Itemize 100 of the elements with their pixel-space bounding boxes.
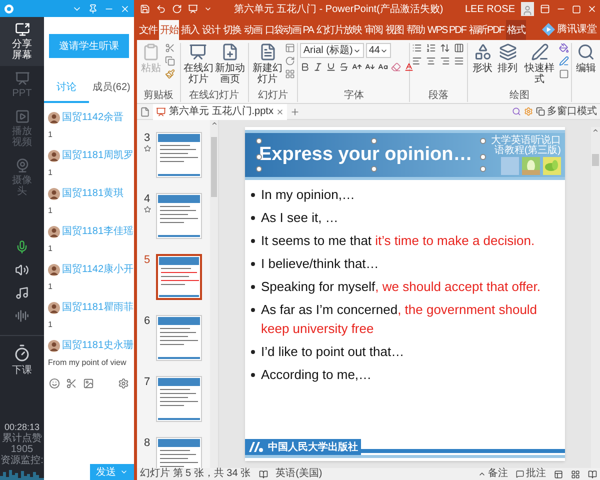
new-tab-icon[interactable]: [290, 106, 300, 116]
pen-icon[interactable]: [530, 43, 549, 61]
ribbon-button[interactable]: 快速样式: [520, 43, 560, 85]
close-icon[interactable]: [587, 4, 597, 14]
ribbon-button[interactable]: 新建幻灯片: [250, 43, 285, 85]
ribbon-button[interactable]: 在线幻灯片: [182, 43, 214, 85]
reset-icon[interactable]: [284, 56, 295, 66]
search-icon[interactable]: [577, 43, 595, 61]
strikethrough-icon[interactable]: [339, 62, 350, 72]
redo-icon[interactable]: [172, 4, 182, 14]
change-case-icon[interactable]: [378, 62, 388, 72]
layers-icon[interactable]: [498, 43, 517, 61]
presentation-icon[interactable]: [189, 43, 208, 61]
columns-icon[interactable]: [454, 43, 464, 53]
ribbon-tab[interactable]: 幻灯片放映: [315, 20, 362, 40]
copy-icon[interactable]: [165, 56, 175, 66]
italic-icon[interactable]: [313, 62, 324, 72]
comments-button[interactable]: 批注: [516, 468, 546, 480]
music-icon[interactable]: [15, 286, 29, 300]
font-color-icon[interactable]: [404, 62, 414, 72]
grow-font-icon[interactable]: [352, 62, 362, 72]
selection-handle[interactable]: [371, 166, 377, 172]
bullet-list-icon[interactable]: [412, 43, 422, 53]
align-right-icon[interactable]: [440, 56, 450, 66]
ribbon-tab[interactable]: 开始: [159, 20, 179, 40]
settings-icon[interactable]: [524, 107, 533, 116]
microphone-icon[interactable]: [15, 240, 29, 254]
presentation-icon[interactable]: [188, 4, 198, 14]
stopwatch-icon[interactable]: [13, 344, 31, 362]
maximize-icon[interactable]: [572, 4, 581, 14]
scroll-up-icon[interactable]: [210, 120, 218, 127]
ribbon-tab[interactable]: 审阅: [363, 20, 384, 40]
multi-window-button[interactable]: 多窗口模式: [536, 104, 597, 119]
undo-icon[interactable]: [156, 4, 166, 14]
ribbon-tab[interactable]: 帮助: [405, 20, 426, 40]
paint-bucket-icon[interactable]: [559, 43, 570, 53]
ribbon-tab[interactable]: 格式: [506, 20, 526, 40]
ribbon-tab[interactable]: 口袋动画 PA: [264, 20, 314, 40]
ribbon-button[interactable]: 排列: [495, 43, 520, 85]
section-icon[interactable]: [284, 69, 295, 79]
sidebar-item[interactable]: 分享屏幕: [0, 17, 44, 66]
scrollbar[interactable]: [591, 127, 600, 468]
invite-button[interactable]: 邀请学生听课: [49, 34, 129, 58]
new-slide-icon[interactable]: [258, 43, 277, 61]
user-avatar[interactable]: [521, 2, 534, 16]
square-icon[interactable]: [559, 69, 570, 79]
reading-view-icon[interactable]: [588, 470, 597, 478]
numbered-list-icon[interactable]: [426, 43, 436, 53]
chat-tab[interactable]: 讨论: [44, 80, 89, 103]
ribbon-tab[interactable]: 插入: [180, 20, 200, 40]
presentation-icon[interactable]: [14, 71, 30, 86]
file-icon[interactable]: [140, 106, 150, 116]
scroll-up-icon[interactable]: [592, 127, 599, 134]
ribbon-button[interactable]: 编辑: [574, 43, 598, 74]
scrollbar[interactable]: [210, 120, 218, 468]
close-icon[interactable]: [276, 108, 284, 116]
screen-share-icon[interactable]: [14, 22, 30, 37]
send-button[interactable]: 发送: [90, 464, 134, 480]
end-class-button[interactable]: 下课: [0, 336, 44, 384]
settings-icon[interactable]: [118, 378, 129, 389]
ribbon-display-icon[interactable]: [540, 4, 550, 14]
scissors-icon[interactable]: [66, 378, 77, 389]
add-page-icon[interactable]: [220, 43, 239, 61]
image-icon[interactable]: [83, 378, 94, 389]
layout-icon[interactable]: [284, 43, 295, 53]
customize-icon[interactable]: [204, 5, 212, 13]
webcam-icon[interactable]: [14, 158, 30, 173]
normal-view-icon[interactable]: [554, 470, 563, 478]
search-icon[interactable]: [512, 107, 521, 116]
ribbon-tab[interactable]: 动画: [243, 20, 263, 40]
selection-handle[interactable]: [371, 138, 377, 144]
ribbon-tab[interactable]: 切换: [222, 20, 242, 40]
sorter-view-icon[interactable]: [571, 470, 580, 478]
justify-icon[interactable]: [454, 56, 464, 66]
caret-icon[interactable]: [120, 468, 128, 476]
ribbon-tab[interactable]: 设计: [201, 20, 221, 40]
underline-icon[interactable]: [326, 62, 336, 72]
shapes-icon[interactable]: [474, 43, 492, 61]
shrink-font-icon[interactable]: [365, 62, 376, 72]
emoji-icon[interactable]: [49, 378, 60, 389]
close-icon[interactable]: [120, 4, 130, 14]
chat-tab[interactable]: 成员(62): [89, 80, 134, 103]
bold-icon[interactable]: [300, 62, 310, 72]
ribbon-button[interactable]: 形状: [470, 43, 496, 85]
selection-handle[interactable]: [480, 138, 486, 144]
speaker-icon[interactable]: [15, 263, 29, 277]
align-left-icon[interactable]: [412, 56, 422, 66]
play-icon[interactable]: [14, 109, 30, 124]
scroll-thumb[interactable]: [211, 137, 217, 197]
pin-icon[interactable]: [88, 4, 98, 14]
ribbon-tab[interactable]: 视图: [384, 20, 404, 40]
save-icon[interactable]: [140, 4, 150, 14]
document-tab[interactable]: 第六单元 五花八门.pptx: [153, 104, 288, 120]
ribbon-button[interactable]: 新加动画页: [214, 43, 246, 85]
ribbon-tab[interactable]: WPS PDF: [426, 20, 467, 40]
audio-wave-icon[interactable]: [15, 309, 29, 323]
font-size-field[interactable]: 44: [366, 43, 391, 58]
pen-icon[interactable]: [559, 56, 570, 66]
selection-handle[interactable]: [256, 138, 262, 144]
line-spacing-icon[interactable]: [440, 43, 450, 53]
